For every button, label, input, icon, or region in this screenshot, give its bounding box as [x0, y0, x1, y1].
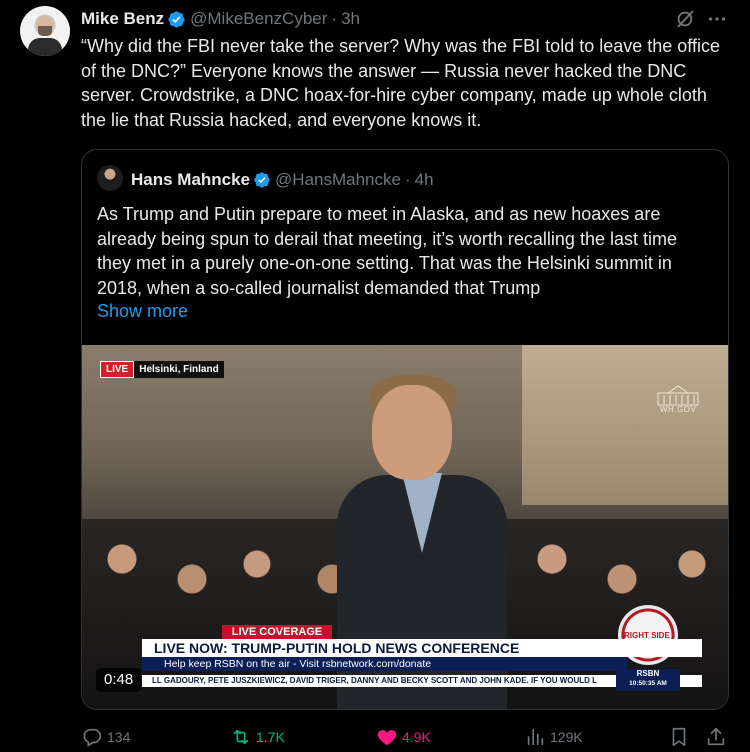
share-button[interactable] [705, 726, 731, 748]
location-label: Helsinki, Finland [134, 361, 224, 378]
tweet-time[interactable]: 3h [341, 9, 360, 29]
video-player[interactable]: LIVE Helsinki, Finland WH.GOV RIGHT SIDE… [82, 345, 728, 709]
like-button[interactable]: 4.9K [376, 726, 431, 748]
more-icon[interactable] [706, 8, 728, 30]
white-house-logo-icon [657, 385, 699, 406]
like-icon [377, 730, 397, 746]
quote-time: 4h [414, 170, 434, 189]
tweet-text: “Why did the FBI never take the server? … [81, 36, 720, 130]
rsbn-badge-time: 10:50:35 AM [629, 680, 667, 687]
wh-gov-label: WH.GOV [660, 405, 697, 414]
reply-count: 134 [107, 729, 131, 745]
background-wall [522, 345, 728, 505]
coverage-label: LIVE COVERAGE [222, 625, 332, 639]
rsbn-badge-name: RSBN [636, 669, 660, 678]
verified-badge-icon [168, 10, 185, 28]
quote-author-handle: @HansMahncke [275, 170, 401, 189]
quote-header: Hans Mahncke @HansMahncke · 4h [131, 170, 434, 190]
separator: · [331, 9, 338, 28]
bookmark-button[interactable] [668, 726, 694, 748]
rsbn-badge: RSBN 10:50:35 AM [616, 669, 680, 691]
action-bar: 134 1.7K 4.9K 129K [81, 726, 731, 750]
views-icon [527, 728, 544, 746]
quote-text: As Trump and Putin prepare to meet in Al… [97, 204, 677, 298]
separator: · [404, 170, 411, 189]
author-name[interactable]: Mike Benz [81, 9, 164, 29]
reply-button[interactable]: 134 [81, 726, 130, 748]
like-count: 4.9K [402, 729, 431, 745]
live-label: LIVE [100, 361, 135, 378]
reporter-head [372, 385, 452, 480]
author-handle[interactable]: @MikeBenzCyber [190, 9, 327, 29]
quote-author-avatar [97, 165, 123, 191]
share-icon [707, 727, 725, 746]
verified-badge-icon [254, 172, 270, 188]
bookmark-icon [672, 727, 686, 747]
repost-icon [233, 729, 249, 745]
repost-count: 1.7K [256, 729, 285, 745]
video-timestamp: 0:48 [96, 668, 142, 692]
reply-icon [83, 728, 102, 747]
show-more-link[interactable]: Show more [97, 301, 188, 322]
donate-banner: Help keep RSBN on the air - Visit rsbnet… [142, 657, 627, 671]
news-lower-third: LIVE COVERAGE LIVE NOW: TRUMP-PUTIN HOLD… [82, 625, 728, 709]
headline-banner: LIVE NOW: TRUMP-PUTIN HOLD NEWS CONFEREN… [142, 639, 702, 657]
views-button[interactable]: 129K [524, 726, 583, 748]
quoted-tweet[interactable]: Hans Mahncke @HansMahncke · 4h As Trump … [81, 149, 729, 710]
views-count: 129K [550, 729, 583, 745]
live-tag: LIVE Helsinki, Finland [100, 361, 224, 378]
repost-button[interactable]: 1.7K [230, 726, 285, 748]
author-avatar[interactable] [20, 6, 70, 56]
quote-author-name: Hans Mahncke [131, 170, 251, 189]
grok-icon[interactable] [674, 8, 696, 30]
tweet-header: Mike Benz @MikeBenzCyber · 3h [81, 9, 360, 29]
